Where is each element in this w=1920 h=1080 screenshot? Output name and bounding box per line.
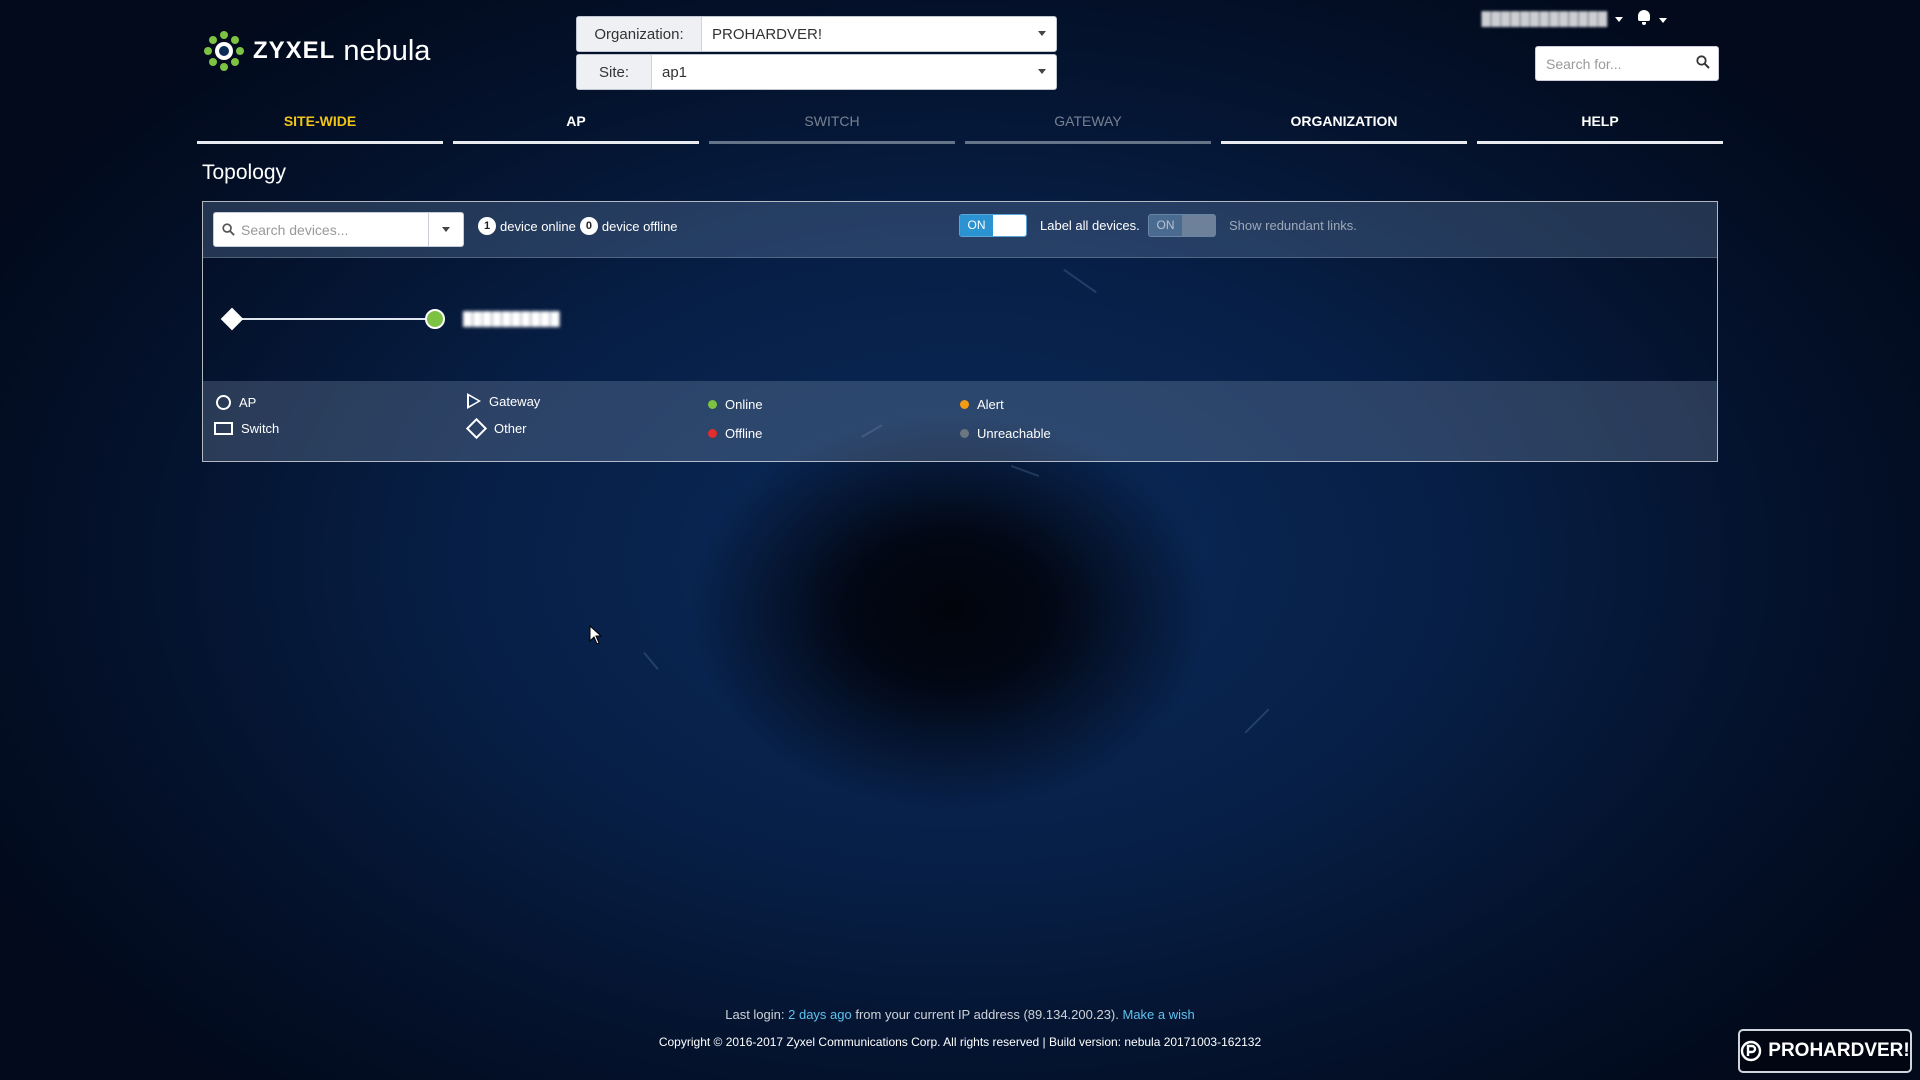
topology-toolbar: 1 device online 0 device offline ON Labe… — [203, 202, 1717, 258]
user-name: █████████████ — [1481, 11, 1608, 26]
zyxel-nebula-logo[interactable]: ZYXEL nebula — [203, 30, 430, 72]
legend-unreachable: Unreachable — [960, 426, 1051, 441]
notifications-menu[interactable] — [1637, 10, 1667, 27]
legend-offline: Offline — [708, 426, 762, 441]
chevron-down-icon — [1038, 31, 1046, 36]
triangle-icon — [467, 393, 481, 409]
rectangle-icon — [214, 422, 233, 435]
organization-selector[interactable]: Organization: PROHARDVER! — [576, 16, 1057, 52]
device-search-dropdown[interactable] — [428, 213, 463, 246]
label-devices-toggle[interactable]: ON — [959, 214, 1027, 237]
site-label: Site: — [577, 55, 652, 89]
device-search-input[interactable] — [239, 213, 428, 246]
label-devices-text: Label all devices. — [1040, 218, 1140, 233]
legend-label: AP — [239, 395, 257, 410]
topology-panel: 1 device online 0 device offline ON Labe… — [202, 201, 1718, 462]
last-login-prefix: Last login: — [725, 1007, 785, 1022]
legend-gateway: Gateway — [467, 393, 540, 409]
diamond-icon — [465, 417, 488, 440]
tab-switch[interactable]: SWITCH — [709, 110, 955, 144]
legend-label: Switch — [241, 421, 280, 436]
organization-label: Organization: — [577, 17, 702, 51]
topology-legend: AP Switch Gateway Other Online Offline A… — [203, 381, 1717, 461]
chevron-down-icon — [1615, 17, 1624, 23]
ap-device-node[interactable] — [425, 309, 445, 329]
site-selector[interactable]: Site: ap1 — [576, 54, 1057, 90]
user-area: █████████████ — [1482, 10, 1667, 27]
legend-alert: Alert — [960, 397, 1004, 412]
watermark-text: PROHARDVER! — [1768, 1040, 1910, 1061]
prohardver-logo-icon — [1741, 1040, 1762, 1062]
last-login-link[interactable]: 2 days ago — [788, 1007, 852, 1022]
legend-other: Other — [465, 417, 527, 440]
tab-gateway[interactable]: GATEWAY — [965, 110, 1211, 144]
organization-value: PROHARDVER! — [712, 25, 823, 43]
background-streak — [1010, 464, 1040, 478]
legend-label: Alert — [977, 397, 1004, 412]
main-nav: SITE-WIDE AP SWITCH GATEWAY ORGANIZATION… — [197, 110, 1723, 144]
other-device-node[interactable] — [220, 307, 244, 331]
global-search-input[interactable] — [1536, 47, 1688, 80]
online-count-badge: 1 — [478, 217, 496, 235]
background-streak — [643, 651, 659, 671]
legend-ap: AP — [216, 395, 256, 410]
search-icon[interactable] — [1696, 55, 1710, 69]
offline-count-badge: 0 — [579, 217, 598, 235]
global-search — [1535, 46, 1719, 81]
tab-help[interactable]: HELP — [1477, 110, 1723, 144]
legend-online: Online — [708, 397, 763, 412]
redundant-links-text: Show redundant links. — [1229, 218, 1357, 233]
offline-dot-icon — [708, 429, 717, 438]
tab-organization[interactable]: ORGANIZATION — [1221, 110, 1467, 144]
bell-icon — [1637, 10, 1651, 25]
site-value: ap1 — [662, 63, 688, 81]
last-login-line: Last login: 2 days ago from your current… — [0, 1007, 1920, 1022]
unreachable-dot-icon — [960, 429, 969, 438]
chevron-down-icon — [1659, 18, 1667, 24]
toggle-knob — [993, 215, 1026, 236]
chevron-down-icon — [442, 227, 450, 232]
mouse-cursor-icon — [589, 625, 603, 645]
nebula-logo-icon — [204, 31, 244, 71]
search-icon — [214, 213, 239, 246]
legend-label: Online — [725, 397, 763, 412]
topology-graph: ██████████ — [203, 258, 1717, 381]
last-login-ip: from your current IP address (89.134.200… — [855, 1007, 1119, 1022]
offline-count-text: device offline — [601, 218, 678, 234]
prohardver-watermark: PROHARDVER! — [1738, 1029, 1912, 1073]
device-label: ██████████ — [463, 311, 561, 326]
device-search — [213, 212, 464, 247]
toggle-state: ON — [1149, 215, 1182, 236]
copyright: Copyright © 2016-2017 Zyxel Communicatio… — [658, 1035, 1262, 1049]
toggle-state: ON — [960, 215, 993, 236]
legend-label: Other — [494, 421, 527, 436]
circle-icon — [216, 395, 231, 410]
make-a-wish-link[interactable]: Make a wish — [1123, 1007, 1195, 1022]
online-count-text: device online — [500, 218, 576, 234]
legend-switch: Switch — [214, 421, 279, 436]
redundant-links-toggle[interactable]: ON — [1148, 214, 1216, 237]
legend-label: Offline — [725, 426, 763, 441]
product-name: nebula — [343, 34, 431, 67]
chevron-down-icon — [1038, 69, 1046, 74]
topology-link — [230, 318, 436, 320]
alert-dot-icon — [960, 400, 969, 409]
tab-ap[interactable]: AP — [453, 110, 699, 144]
background-streak — [1244, 708, 1270, 734]
toggle-knob — [1182, 215, 1215, 236]
tab-site-wide[interactable]: SITE-WIDE — [197, 110, 443, 144]
user-menu[interactable]: █████████████ — [1482, 11, 1624, 26]
device-counts: 1 device online 0 device offline — [478, 217, 682, 235]
legend-label: Gateway — [489, 393, 541, 409]
online-dot-icon — [708, 400, 717, 409]
brand-name: ZYXEL — [253, 37, 336, 64]
page-title: Topology — [202, 161, 287, 184]
legend-label: Unreachable — [977, 426, 1051, 441]
